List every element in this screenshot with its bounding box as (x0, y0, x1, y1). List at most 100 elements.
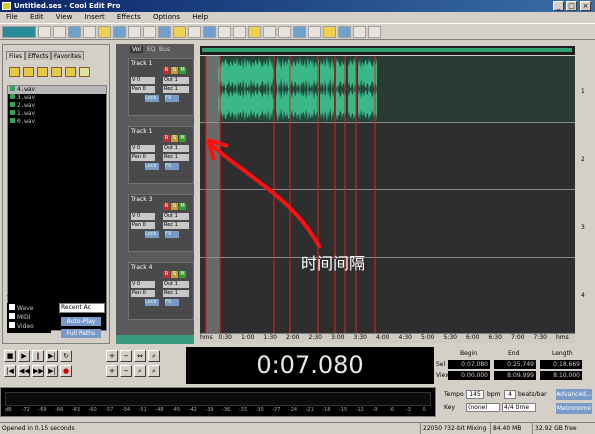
audio-clip[interactable] (358, 58, 377, 121)
track-scroll[interactable] (116, 335, 194, 344)
fx-button[interactable]: FX (165, 163, 179, 170)
volume-field[interactable]: V 0 (131, 77, 155, 84)
record-icon[interactable]: ● (60, 365, 72, 377)
record-device-select[interactable]: Rec 1 (163, 86, 189, 93)
metronome-button[interactable]: Metronome (556, 403, 592, 414)
menu-insert[interactable]: Insert (85, 13, 105, 21)
record-device-select[interactable]: Rec 1 (163, 290, 189, 297)
zoom-selection-icon[interactable]: ⌕ (148, 350, 160, 362)
output-select[interactable]: Out 1 (163, 145, 189, 152)
menu-view[interactable]: View (56, 13, 73, 21)
play-file-icon[interactable] (79, 67, 90, 77)
record-arm-button[interactable]: R (163, 135, 170, 142)
minimize-button[interactable]: _ (553, 1, 564, 11)
track-tab-bus[interactable]: Bus (157, 46, 172, 53)
rewind-icon[interactable]: ◀◀ (18, 365, 30, 377)
audio-clip[interactable] (276, 56, 319, 122)
file-item[interactable]: 0.wav (8, 118, 106, 126)
fx-button[interactable]: FX (165, 299, 179, 306)
maximize-button[interactable]: □ (566, 1, 577, 11)
zoom-right-icon[interactable]: ⌕ (148, 365, 160, 377)
full-paths-button[interactable]: Full Paths (61, 329, 101, 338)
view-begin[interactable]: 0:00.000 (448, 371, 490, 380)
close-file-icon[interactable] (37, 67, 48, 77)
solo-button[interactable]: S (171, 135, 178, 142)
sel-end[interactable]: 0:25.749 (494, 360, 536, 369)
settings-icon[interactable] (308, 26, 321, 38)
lock-button[interactable]: Lock (145, 299, 159, 306)
cut-icon[interactable] (128, 26, 141, 38)
lock-button[interactable]: Lock (145, 95, 159, 102)
audio-clip[interactable] (218, 56, 274, 122)
audio-clip[interactable] (320, 56, 334, 122)
mixer-icon[interactable] (338, 26, 351, 38)
sort-by-select[interactable]: Recent Ac (59, 303, 105, 313)
menu-edit[interactable]: Edit (30, 13, 44, 21)
save-file-icon[interactable] (113, 26, 126, 38)
track-tab-vol[interactable]: Vol (130, 46, 143, 53)
record-device-select[interactable]: Rec 1 (163, 154, 189, 161)
auto-play-button[interactable]: Auto-Play (61, 317, 101, 326)
pause-icon[interactable]: ‖ (32, 350, 44, 362)
file-type-wave[interactable]: Wave (9, 304, 34, 313)
lock-button[interactable]: Lock (145, 163, 159, 170)
undo-icon[interactable] (188, 26, 201, 38)
effects-icon[interactable] (353, 26, 366, 38)
overview-range[interactable] (202, 48, 572, 52)
mute-button[interactable]: M (179, 203, 186, 210)
mute-button[interactable]: M (179, 67, 186, 74)
record-arm-button[interactable]: R (163, 203, 170, 210)
file-type-video[interactable]: Video (9, 322, 34, 331)
mute-button[interactable]: M (179, 271, 186, 278)
beats-input[interactable]: 4 (504, 390, 516, 399)
envelope-icon[interactable] (248, 26, 261, 38)
solo-button[interactable]: S (171, 271, 178, 278)
open-file-icon[interactable] (9, 67, 20, 77)
zoom-out-vertical-icon[interactable]: − (120, 365, 132, 377)
pan-field[interactable]: Pan 0 (131, 86, 155, 93)
zoom-out-horizontal-icon[interactable]: − (120, 350, 132, 362)
track-name[interactable]: Track 1 (131, 60, 152, 67)
tab-effects[interactable]: Effects (25, 51, 52, 60)
insert-into-session-icon[interactable] (51, 67, 62, 77)
mute-button[interactable]: M (179, 135, 186, 142)
output-select[interactable]: Out 1 (163, 77, 189, 84)
import-file-icon[interactable] (23, 67, 34, 77)
advanced-button[interactable]: Advanced... (556, 389, 592, 400)
sel-length[interactable]: 0:18.669 (540, 360, 582, 369)
edit-file-icon[interactable] (65, 67, 76, 77)
file-item[interactable]: 1.wav (8, 110, 106, 118)
record-arm-button[interactable]: R (163, 271, 170, 278)
track-name[interactable]: Track 1 (131, 128, 152, 135)
save-session-icon[interactable] (68, 26, 81, 38)
stop-icon[interactable]: ■ (4, 350, 16, 362)
menu-effects[interactable]: Effects (117, 13, 141, 21)
cd-project-icon[interactable] (293, 26, 306, 38)
solo-button[interactable]: S (171, 203, 178, 210)
output-select[interactable]: Out 1 (163, 281, 189, 288)
play-icon[interactable]: ▶ (18, 350, 30, 362)
fx-button[interactable]: FX (165, 95, 179, 102)
fast-forward-icon[interactable]: ▶▶ (32, 365, 44, 377)
help-icon[interactable] (368, 26, 381, 38)
go-to-start-icon[interactable]: |◀ (4, 365, 16, 377)
file-item[interactable]: 2.wav (8, 102, 106, 110)
edit-view-icon[interactable] (233, 26, 246, 38)
close-button[interactable]: × (580, 1, 591, 11)
record-device-select[interactable]: Rec 1 (163, 222, 189, 229)
zoom-full-icon[interactable]: ⇔ (134, 350, 146, 362)
track-name[interactable]: Track 3 (131, 196, 152, 203)
record-arm-button[interactable]: R (163, 67, 170, 74)
close-file-icon[interactable] (98, 26, 111, 38)
open-session-icon[interactable] (53, 26, 66, 38)
tab-favorites[interactable]: Favorites (51, 51, 85, 60)
loop-play-icon[interactable]: ↻ (60, 350, 72, 362)
track-name[interactable]: Track 4 (131, 264, 152, 271)
menu-help[interactable]: Help (192, 13, 208, 21)
new-session-icon[interactable] (38, 26, 51, 38)
file-item[interactable]: 4.wav (8, 86, 106, 94)
pan-field[interactable]: Pan 0 (131, 154, 155, 161)
snap-icon[interactable] (278, 26, 291, 38)
output-select[interactable]: Out 1 (163, 213, 189, 220)
volume-field[interactable]: V 0 (131, 213, 155, 220)
